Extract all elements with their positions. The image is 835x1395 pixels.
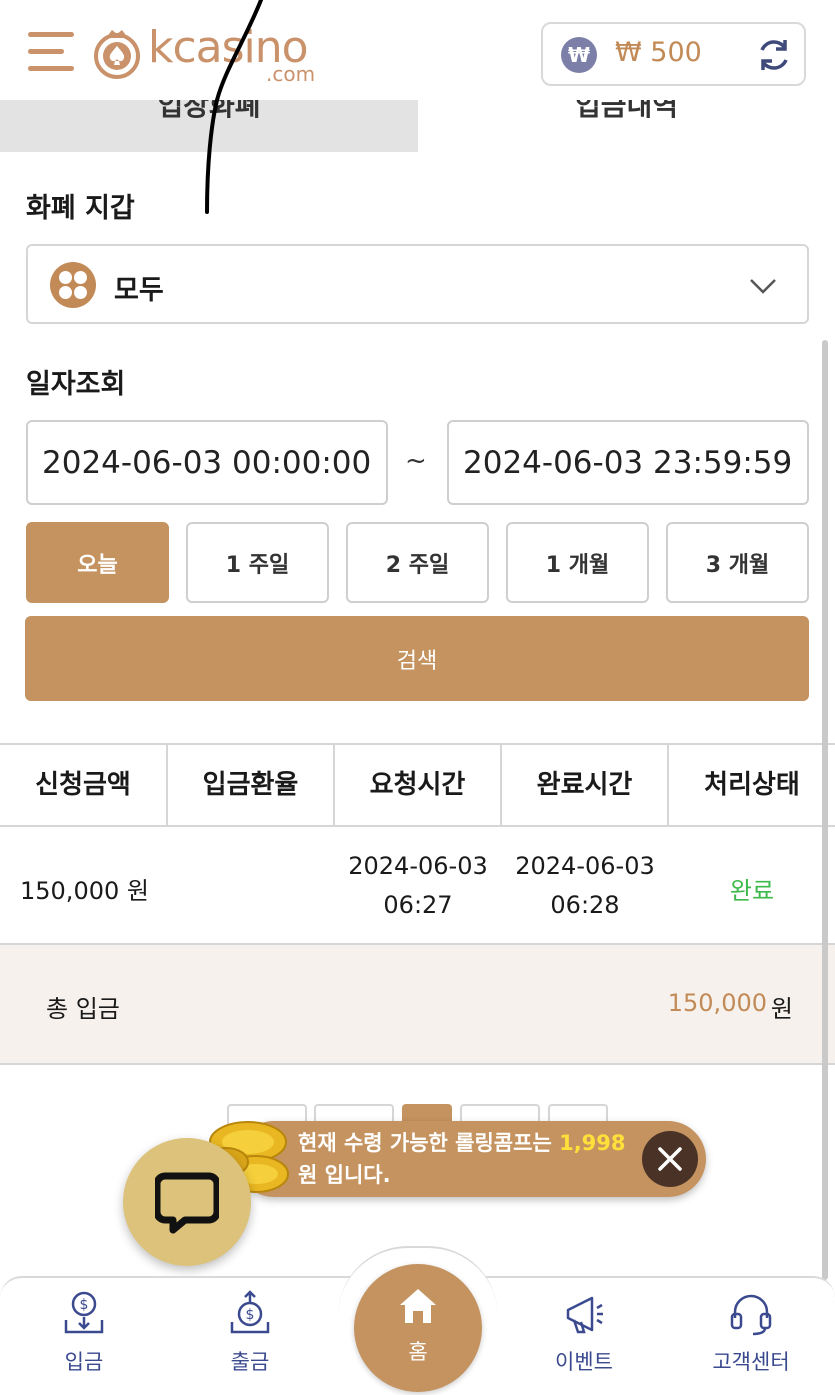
deposit-icon: $ [64, 1291, 104, 1334]
total-amount: 150,000 [667, 989, 767, 1017]
start-date-input[interactable] [26, 420, 388, 505]
toast-message: 현재 수령 가능한 롤링콤프는 1,998 원 입니다. [298, 1127, 638, 1191]
close-icon [658, 1147, 682, 1171]
cell-status: 완료 [729, 877, 775, 905]
complete-date: 2024-06-03 [515, 852, 655, 880]
withdraw-icon: $ [230, 1290, 270, 1334]
nav-event-label: 이벤트 [555, 1350, 613, 1374]
headset-icon [730, 1294, 772, 1336]
period-2week-button[interactable]: 2 주일 [346, 522, 489, 603]
nav-home-label: 홈 [408, 1340, 428, 1364]
svg-text:$: $ [80, 1297, 89, 1313]
app-header: kcasino .com ₩ ₩ 500 [0, 0, 835, 100]
toast-text-after: 원 입니다. [298, 1163, 391, 1187]
nav-deposit-label: 입금 [64, 1350, 104, 1374]
table-header: 신청금액 입금환율 요청시간 완료시간 처리상태 [0, 743, 835, 827]
period-1month-button[interactable]: 1 개월 [506, 522, 649, 603]
column-header-complete-time: 완료시간 [502, 745, 669, 825]
nav-home-button[interactable]: 홈 [354, 1264, 482, 1392]
table-row: 150,000 원 2024-06-03 06:27 2024-06-03 06… [0, 827, 835, 945]
tab-entry-currency[interactable]: 입장화폐 [0, 92, 418, 152]
wallet-title: 화폐 지갑 [26, 193, 135, 224]
spade-chip-icon [94, 30, 140, 79]
tab-deposit-history[interactable]: 입금내역 [418, 92, 835, 152]
period-today-button[interactable]: 오늘 [26, 522, 169, 603]
balance-amount: ₩ 500 [615, 37, 702, 68]
column-header-rate: 입금환율 [168, 745, 335, 825]
chevron-down-icon [750, 279, 776, 294]
nav-support-label: 고객센터 [712, 1350, 790, 1374]
wallet-dropdown[interactable]: 모두 [26, 244, 809, 324]
request-clock: 06:27 [383, 891, 453, 919]
search-button[interactable]: 검색 [25, 616, 809, 701]
nav-withdraw[interactable]: $ 출금 [170, 1278, 330, 1395]
wallet-selected-value: 모두 [114, 275, 164, 306]
svg-text:$: $ [246, 1307, 255, 1323]
nav-deposit[interactable]: $ 입금 [4, 1278, 164, 1395]
rolling-comp-toast: 현재 수령 가능한 롤링콤프는 1,998 원 입니다. [236, 1121, 706, 1197]
column-header-request-time: 요청시간 [335, 745, 502, 825]
logo-domain: .com [266, 62, 316, 86]
total-summary: 총 입금 150,000 원 [0, 945, 835, 1065]
cell-request-time: 2024-06-03 06:27 [335, 847, 501, 925]
date-range-separator: ~ [405, 446, 427, 476]
total-label: 총 입금 [46, 995, 120, 1023]
chat-button[interactable] [123, 1138, 251, 1266]
kcasino-logo[interactable]: kcasino .com [92, 18, 332, 88]
total-unit: 원 [770, 995, 793, 1023]
column-header-amount: 신청금액 [0, 745, 168, 825]
date-filter-title: 일자조회 [26, 369, 126, 400]
won-coin-icon: ₩ [561, 37, 597, 73]
toast-close-button[interactable] [642, 1131, 698, 1187]
column-header-status: 처리상태 [704, 770, 800, 800]
request-date: 2024-06-03 [348, 852, 488, 880]
cell-complete-time: 2024-06-03 06:28 [502, 847, 668, 925]
balance-widget: ₩ ₩ 500 [541, 22, 806, 86]
toast-amount: 1,998 [559, 1131, 626, 1155]
chat-bubble-icon [155, 1172, 219, 1234]
period-1week-button[interactable]: 1 주일 [186, 522, 329, 603]
megaphone-icon [566, 1296, 603, 1334]
refresh-icon[interactable] [755, 36, 793, 74]
grid-dots-icon [50, 262, 96, 308]
toast-text-before: 현재 수령 가능한 롤링콤프는 [298, 1131, 552, 1155]
end-date-input[interactable] [447, 420, 809, 505]
period-3month-button[interactable]: 3 개월 [666, 522, 809, 603]
hamburger-menu-icon[interactable] [28, 30, 74, 76]
nav-event[interactable]: 이벤트 [504, 1278, 664, 1395]
scrollbar[interactable] [822, 340, 828, 1280]
cell-amount: 150,000 원 [20, 877, 149, 905]
complete-clock: 06:28 [550, 891, 620, 919]
home-icon [400, 1289, 436, 1323]
nav-withdraw-label: 출금 [230, 1350, 270, 1374]
nav-support[interactable]: 고객센터 [671, 1278, 831, 1395]
